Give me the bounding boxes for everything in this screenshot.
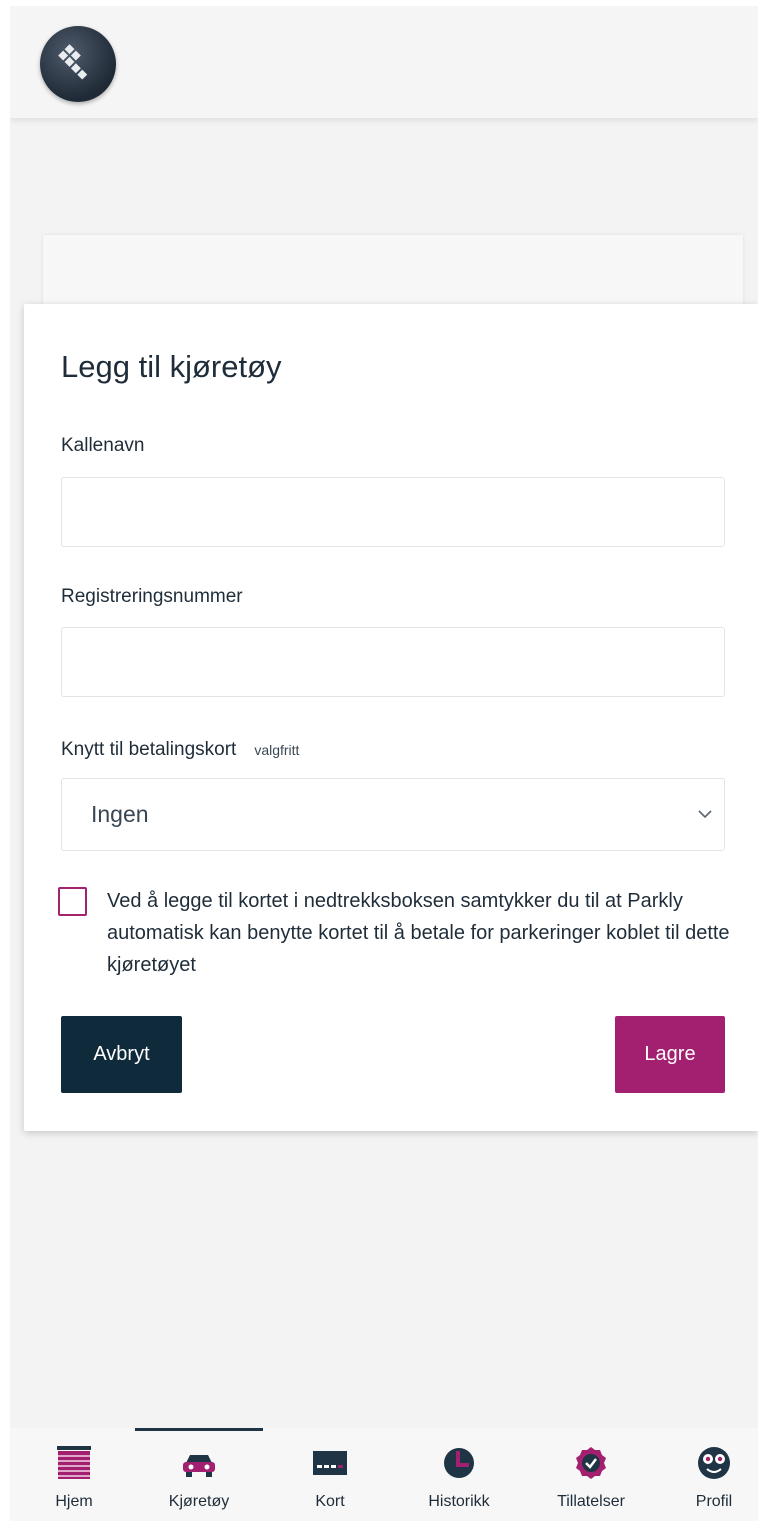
nav-item-home[interactable]: Hjem xyxy=(20,1428,128,1521)
nav-item-profile[interactable]: Profil xyxy=(672,1428,756,1521)
car-icon xyxy=(183,1455,215,1477)
nav-item-history[interactable]: Historikk xyxy=(400,1428,518,1521)
optional-hint: valgfritt xyxy=(254,742,300,758)
chevron-down-icon xyxy=(698,810,712,819)
registration-number-input[interactable] xyxy=(61,627,725,697)
badge-check-icon xyxy=(576,1447,606,1479)
add-vehicle-dialog: Legg til kjøretøy Kallenavn Registrering… xyxy=(24,304,758,1131)
logo-mark-icon xyxy=(58,44,88,80)
registration-number-label: Registreringsnummer xyxy=(61,586,243,607)
app-logo[interactable] xyxy=(40,26,116,102)
nav-label-history: Historikk xyxy=(428,1493,490,1510)
nav-label-home: Hjem xyxy=(55,1493,93,1510)
clock-icon xyxy=(444,1448,474,1478)
nav-label-permits: Tillatelser xyxy=(557,1493,625,1510)
top-bar xyxy=(10,6,758,118)
dialog-title: Legg til kjøretøy xyxy=(61,349,282,384)
nickname-input[interactable] xyxy=(61,477,725,547)
nav-label-vehicles: Kjøretøy xyxy=(168,1493,230,1510)
app-screen: Legg til kjøretøy Kallenavn Registrering… xyxy=(10,6,758,1521)
nav-label-cards: Kort xyxy=(315,1493,345,1510)
payment-card-label: Knytt til betalingskort valgfritt xyxy=(61,739,299,761)
nav-label-profile: Profil xyxy=(695,1493,733,1510)
nav-item-permits[interactable]: Tillatelser xyxy=(532,1428,650,1521)
save-button[interactable]: Lagre xyxy=(615,1016,725,1093)
cancel-button[interactable]: Avbryt xyxy=(61,1016,182,1093)
card-icon xyxy=(313,1451,347,1475)
consent-text: Ved å legge til kortet i nedtrekksboksen… xyxy=(107,890,730,976)
payment-card-selected-value: Ingen xyxy=(91,801,149,827)
bottom-navigation: Hjem Kjøretøy Kort Historikk Tillatelser… xyxy=(10,1428,758,1521)
consent-checkbox[interactable] xyxy=(58,887,87,916)
nav-item-cards[interactable]: Kort xyxy=(276,1428,384,1521)
nav-item-vehicles[interactable]: Kjøretøy xyxy=(145,1428,253,1521)
profile-face-icon xyxy=(698,1447,730,1479)
home-icon xyxy=(57,1446,91,1479)
nickname-label: Kallenavn xyxy=(61,435,145,456)
payment-card-label-text: Knytt til betalingskort xyxy=(61,739,237,760)
payment-card-select[interactable]: Ingen xyxy=(61,778,725,851)
